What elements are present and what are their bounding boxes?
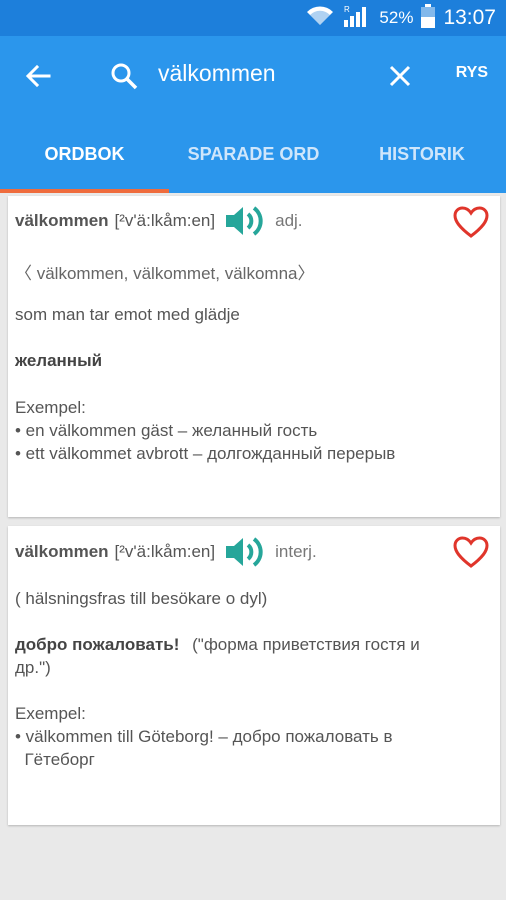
tab-ordbok[interactable]: ORDBOK [0,116,169,193]
entry-word: välkommen [15,211,109,230]
clear-search-button[interactable] [382,58,418,94]
signal-icon: R [343,4,371,33]
entry-pronunciation: [²v'ä:lkåm:en] [114,542,216,561]
tab-indicator [0,189,169,193]
entry-translation-note-cont: др.") [15,658,51,677]
entry-card: välkommen [²v'ä:lkåm:en] adj. 〈 välkomme… [8,196,500,517]
search-button[interactable] [104,56,144,96]
example-item: • en välkommen gäst – желанный гость [15,421,318,440]
battery-percent: 52% [379,8,414,27]
tab-historik[interactable]: HISTORIK [338,116,506,193]
entry-word: välkommen [15,542,109,561]
heart-icon [453,536,489,568]
entry-note: ( hälsningsfras till besökare o dyl) [15,589,268,608]
clock: 13:07 [443,6,496,29]
speaker-icon[interactable] [223,530,267,574]
speaker-icon[interactable] [223,199,267,243]
tab-sparade-ord[interactable]: SPARADE ORD [169,116,338,193]
back-arrow-icon [25,64,51,88]
entry-pronunciation: [²v'ä:lkåm:en] [114,211,216,230]
app-bar: RYS [0,36,506,116]
wifi-icon [305,5,335,32]
search-input[interactable] [158,60,368,87]
examples-label: Exempel: [15,398,86,417]
entry-forms: 〈 välkommen, välkommet, välkomna〉 [15,264,315,283]
language-button[interactable]: RYS [456,64,488,82]
entry-part-of-speech: interj. [275,542,317,561]
example-item: • välkommen till Göteborg! – добро пожал… [15,727,393,746]
status-bar: R 52% 13:07 [0,0,506,36]
favorite-button[interactable] [452,204,490,240]
svg-text:R: R [344,5,350,14]
entry-translation: желанный [15,351,103,370]
entry-card: välkommen [²v'ä:lkåm:en] interj. ( hälsn… [8,526,500,825]
entry-translation-note: ("форма приветствия гостя и [192,635,420,654]
search-icon [111,63,138,90]
entry-header: välkommen [²v'ä:lkåm:en] adj. [15,199,303,243]
entry-part-of-speech: adj. [275,211,303,230]
entry-translation: добро пожаловать! [15,635,180,654]
example-item: • ett välkommet avbrott – долгожданный п… [15,444,396,463]
back-button[interactable] [18,58,58,94]
tab-bar: ORDBOK SPARADE ORD HISTORIK [0,116,506,193]
close-icon [389,65,411,87]
examples-label: Exempel: [15,704,86,723]
heart-icon [453,206,489,238]
example-item: Гётеборг [15,750,95,769]
battery-icon [421,3,436,33]
entry-translation-line: добро пожаловать! ("форма приветствия го… [15,635,420,655]
favorite-button[interactable] [452,534,490,570]
entry-header: välkommen [²v'ä:lkåm:en] interj. [15,530,317,574]
entry-definition: som man tar emot med glädje [15,305,240,324]
